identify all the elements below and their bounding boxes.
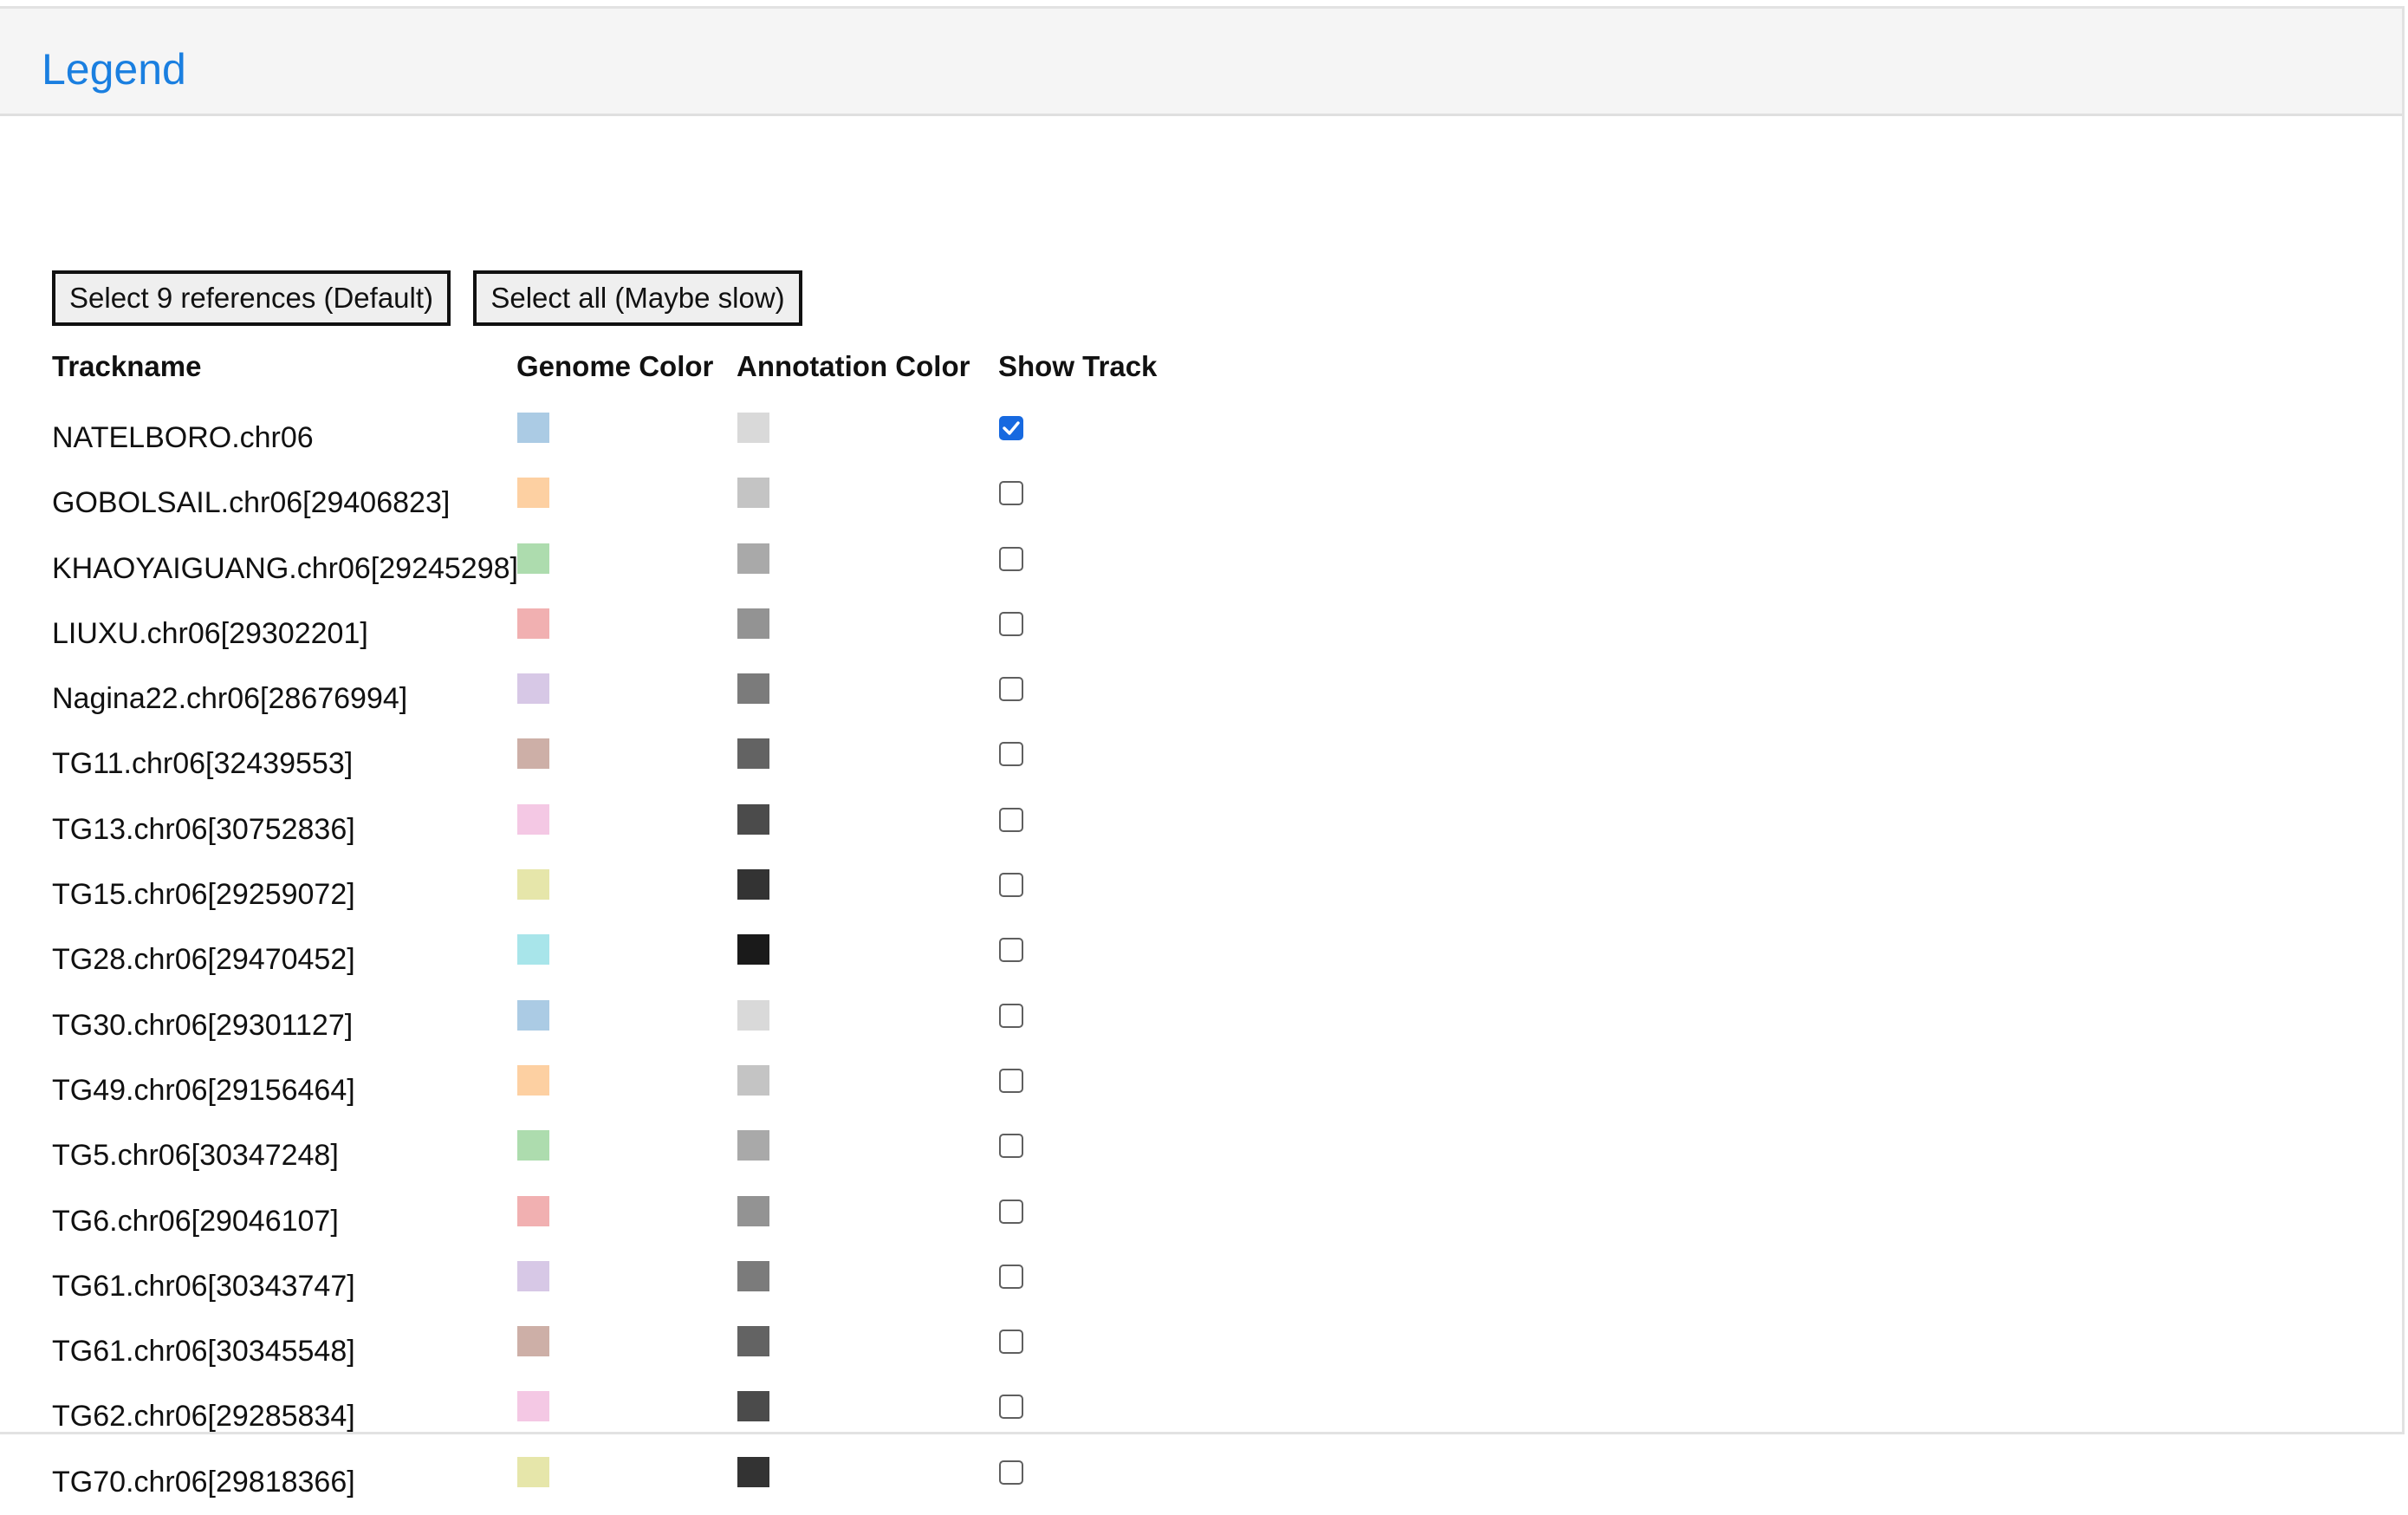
track-row: NATELBORO.chr06	[0, 406, 1213, 471]
annotation-color-swatch	[737, 1130, 769, 1161]
show-track-checkbox[interactable]	[999, 873, 1023, 898]
show-track-checkbox[interactable]	[999, 1395, 1023, 1420]
track-name: TG28.chr06[29470452]	[52, 943, 355, 977]
track-name: TG5.chr06[30347248]	[52, 1139, 339, 1173]
track-row: TG61.chr06[30345548]	[0, 1319, 1213, 1384]
genome-color-swatch	[517, 934, 549, 966]
track-row: TG70.chr06[29818366]	[0, 1450, 1213, 1515]
track-row: GOBOLSAIL.chr06[29406823]	[0, 471, 1213, 536]
track-name: TG49.chr06[29156464]	[52, 1073, 355, 1107]
show-track-checkbox[interactable]	[999, 1460, 1023, 1485]
column-header-trackname: Trackname	[52, 350, 202, 382]
annotation-color-swatch	[737, 1064, 769, 1096]
track-row: TG62.chr06[29285834]	[0, 1384, 1213, 1449]
track-list: NATELBORO.chr06 GOBOLSAIL.chr06[29406823]…	[0, 406, 1213, 1515]
track-row: TG11.chr06[32439553]	[0, 731, 1213, 797]
show-track-checkbox[interactable]	[999, 416, 1023, 440]
track-name: TG11.chr06[32439553]	[52, 747, 354, 781]
track-name: TG30.chr06[29301127]	[52, 1008, 354, 1042]
genome-color-swatch	[517, 543, 549, 574]
annotation-color-swatch	[737, 1456, 769, 1487]
show-track-checkbox[interactable]	[999, 1134, 1023, 1159]
annotation-color-swatch	[737, 543, 769, 574]
annotation-color-swatch	[737, 1260, 769, 1291]
genome-color-swatch	[517, 999, 549, 1031]
column-header-genome-color: Genome Color	[516, 350, 714, 382]
annotation-color-swatch	[737, 1195, 769, 1226]
track-name: TG61.chr06[30343747]	[52, 1269, 355, 1303]
show-track-checkbox[interactable]	[999, 546, 1023, 571]
genome-color-swatch	[517, 803, 549, 835]
track-name: LIUXU.chr06[29302201]	[52, 616, 368, 650]
track-row: TG28.chr06[29470452]	[0, 927, 1213, 992]
track-row: Nagina22.chr06[28676994]	[0, 666, 1213, 731]
annotation-color-swatch	[737, 608, 769, 639]
annotation-color-swatch	[737, 478, 769, 509]
track-row: KHAOYAIGUANG.chr06[29245298]	[0, 536, 1213, 601]
annotation-color-swatch	[737, 1326, 769, 1357]
track-row: TG61.chr06[30343747]	[0, 1254, 1213, 1319]
track-row: LIUXU.chr06[29302201]	[0, 601, 1213, 666]
track-row: TG5.chr06[30347248]	[0, 1123, 1213, 1188]
track-name: Nagina22.chr06[28676994]	[52, 682, 408, 716]
column-header-annotation-color: Annotation Color	[737, 350, 970, 382]
show-track-checkbox[interactable]	[999, 1003, 1023, 1028]
select-all-references-button[interactable]: Select all (Maybe slow)	[473, 270, 802, 326]
panel-header: Legend	[0, 9, 2402, 116]
annotation-color-swatch	[737, 999, 769, 1031]
track-name: KHAOYAIGUANG.chr06[29245298]	[52, 551, 518, 585]
genome-color-swatch	[517, 673, 549, 705]
checkmark-icon	[1003, 421, 1020, 435]
track-row: TG15.chr06[29259072]	[0, 862, 1213, 927]
genome-color-swatch	[517, 608, 549, 639]
track-row: TG13.chr06[30752836]	[0, 797, 1213, 862]
show-track-checkbox[interactable]	[999, 611, 1023, 636]
track-name: TG61.chr06[30345548]	[52, 1335, 355, 1369]
track-row: TG30.chr06[29301127]	[0, 993, 1213, 1058]
show-track-checkbox[interactable]	[999, 938, 1023, 963]
track-row: TG49.chr06[29156464]	[0, 1058, 1213, 1123]
track-name: TG6.chr06[29046107]	[52, 1204, 339, 1238]
genome-color-swatch	[517, 1064, 549, 1096]
show-track-checkbox[interactable]	[999, 1068, 1023, 1093]
genome-color-swatch	[517, 1260, 549, 1291]
column-header-show-track: Show Track	[998, 350, 1158, 382]
genome-color-swatch	[517, 413, 549, 443]
track-name: NATELBORO.chr06	[52, 421, 314, 454]
annotation-color-swatch	[737, 803, 769, 835]
show-track-checkbox[interactable]	[999, 1264, 1023, 1289]
select-default-references-button[interactable]: Select 9 references (Default)	[52, 270, 451, 326]
show-track-checkbox[interactable]	[999, 677, 1023, 702]
genome-color-swatch	[517, 1130, 549, 1161]
show-track-checkbox[interactable]	[999, 1330, 1023, 1355]
genome-color-swatch	[517, 1326, 549, 1357]
genome-color-swatch	[517, 1456, 549, 1487]
annotation-color-swatch	[737, 738, 769, 770]
track-name: TG13.chr06[30752836]	[52, 812, 355, 846]
genome-color-swatch	[517, 1195, 549, 1226]
annotation-color-swatch	[737, 673, 769, 705]
legend-panel: Legend Select 9 references (Default) Sel…	[0, 6, 2405, 1499]
track-name: TG62.chr06[29285834]	[52, 1400, 355, 1434]
genome-color-swatch	[517, 738, 549, 770]
annotation-color-swatch	[737, 413, 769, 443]
annotation-color-swatch	[737, 1391, 769, 1422]
panel-title: Legend	[42, 45, 186, 94]
track-row: TG6.chr06[29046107]	[0, 1189, 1213, 1254]
track-name: GOBOLSAIL.chr06[29406823]	[52, 486, 451, 520]
genome-color-swatch	[517, 1391, 549, 1422]
genome-color-swatch	[517, 478, 549, 509]
genome-color-swatch	[517, 869, 549, 901]
annotation-color-swatch	[737, 934, 769, 966]
show-track-checkbox[interactable]	[999, 481, 1023, 506]
show-track-checkbox[interactable]	[999, 1199, 1023, 1224]
annotation-color-swatch	[737, 869, 769, 901]
track-name: TG15.chr06[29259072]	[52, 878, 355, 912]
show-track-checkbox[interactable]	[999, 807, 1023, 832]
track-name: TG70.chr06[29818366]	[52, 1465, 355, 1499]
show-track-checkbox[interactable]	[999, 742, 1023, 767]
